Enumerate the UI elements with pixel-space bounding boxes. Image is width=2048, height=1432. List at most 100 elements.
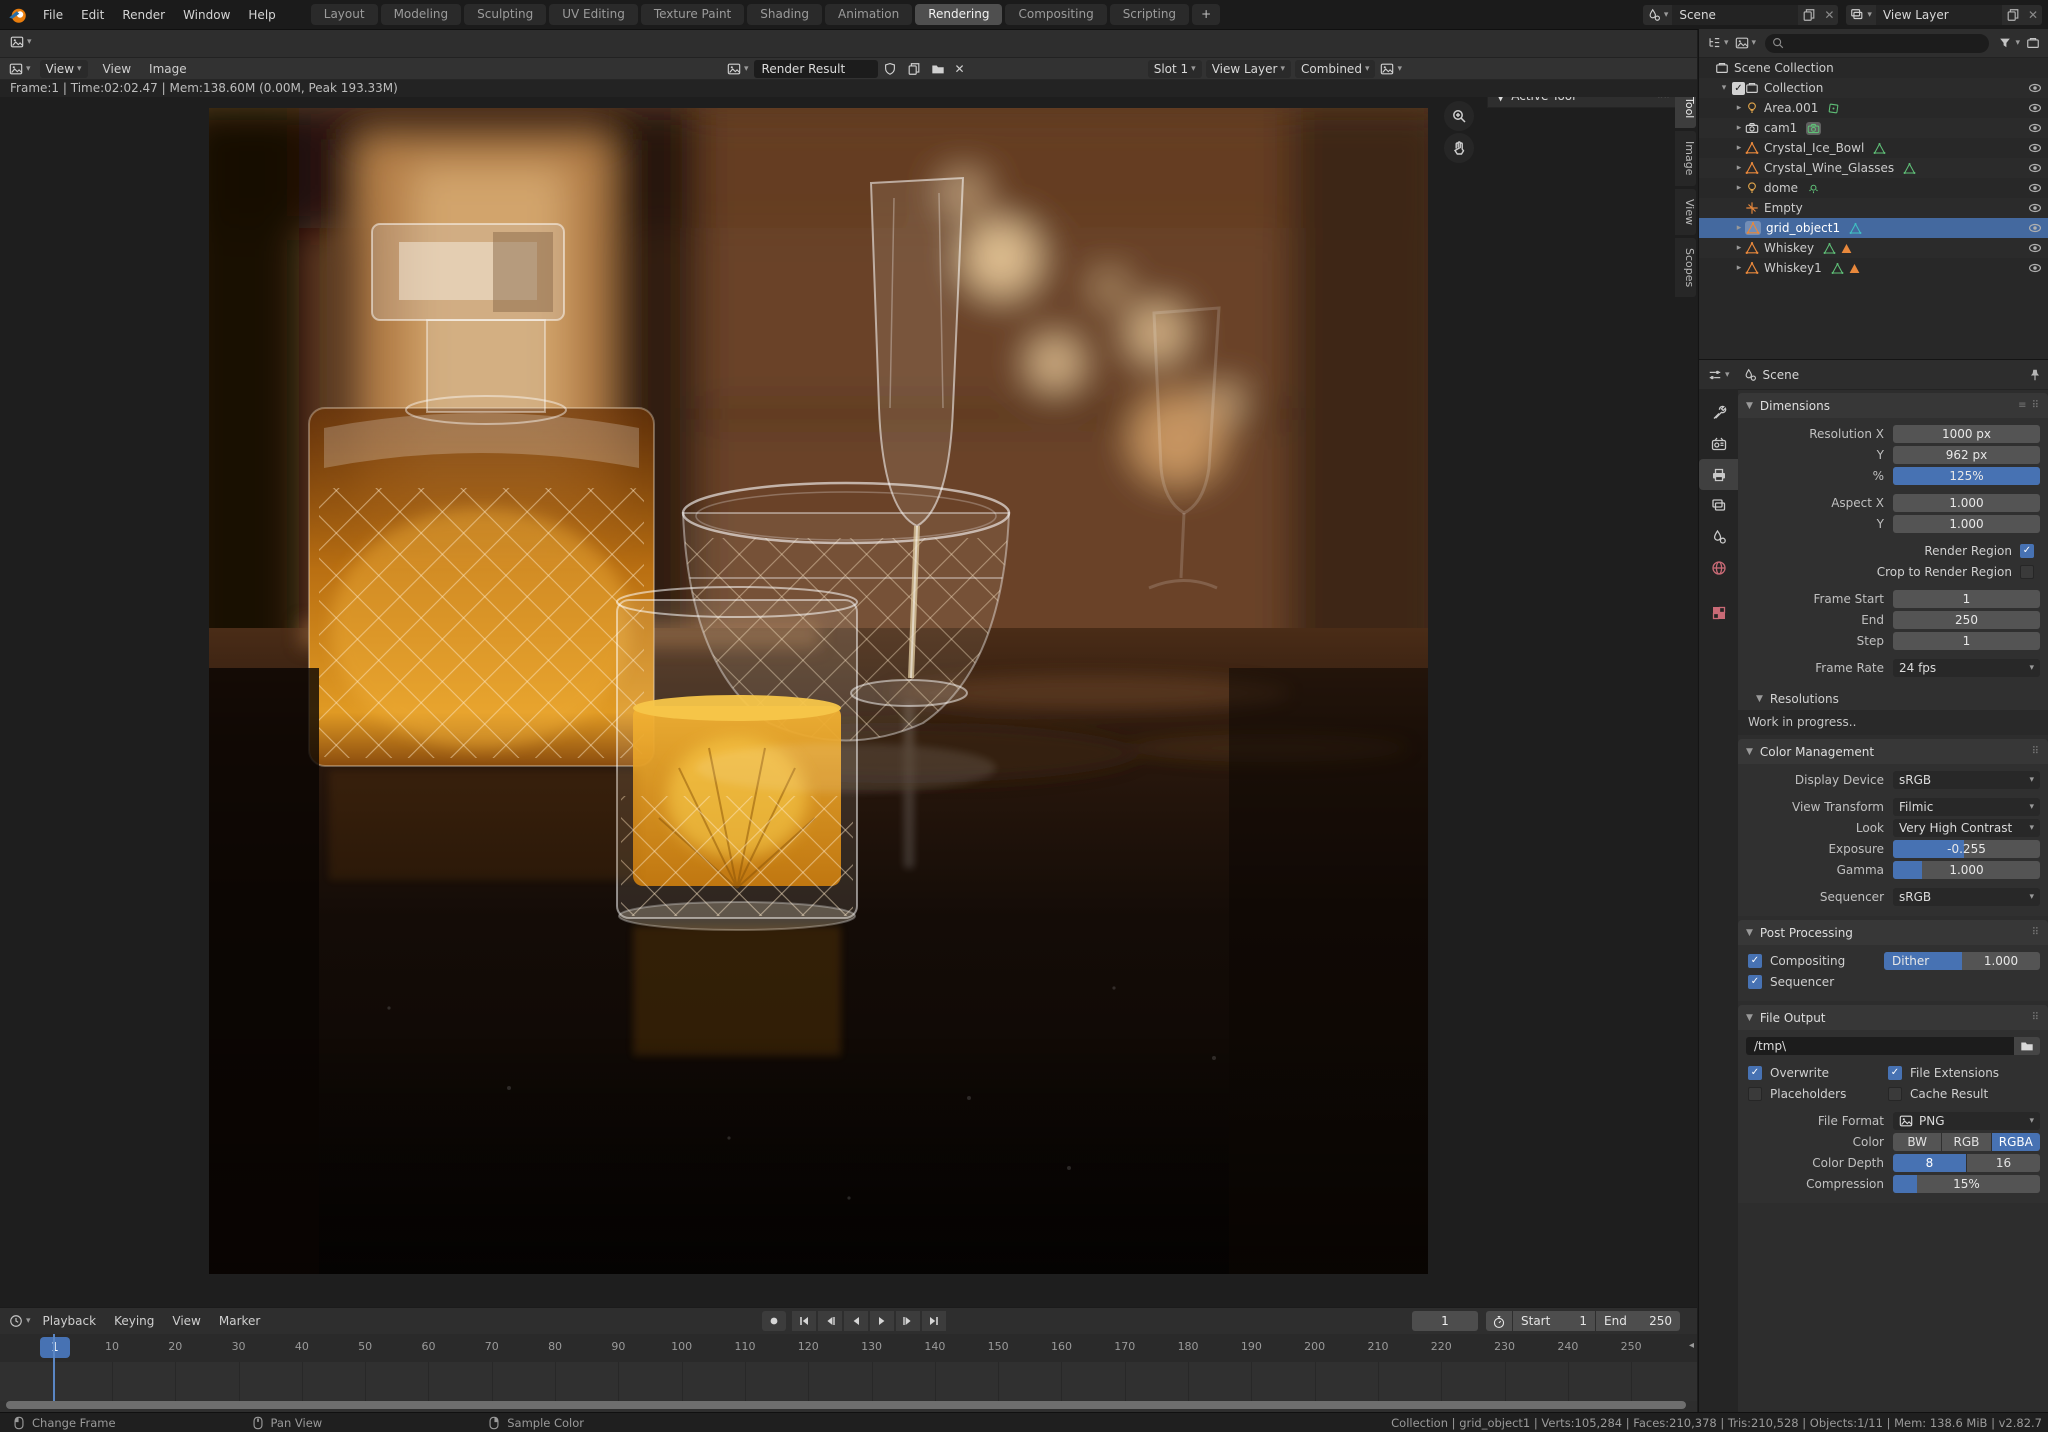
new-collection-button[interactable]	[2023, 36, 2043, 51]
expand-arrow-icon[interactable]: ▸	[1733, 223, 1745, 233]
outliner-item-label[interactable]: Area.001	[1764, 101, 1818, 115]
image-menu-view[interactable]: View	[94, 62, 140, 76]
end-frame-field[interactable]: End250	[1596, 1311, 1680, 1331]
aspect-y-field[interactable]: 1.000	[1893, 515, 2040, 533]
frame-step-field[interactable]: 1	[1893, 632, 2040, 650]
outliner-item-label[interactable]: Collection	[1764, 81, 1823, 95]
visibility-eye-icon[interactable]	[2028, 261, 2042, 276]
display-channels-icon[interactable]: ▾	[1375, 60, 1407, 78]
visibility-eye-icon[interactable]	[2028, 221, 2042, 236]
crop-to-render-region-checkbox[interactable]	[2020, 565, 2034, 579]
image-editor-mode-dropdown[interactable]: View▾	[40, 60, 88, 78]
menu-window[interactable]: Window	[174, 8, 239, 22]
workspace-tab-compositing[interactable]: Compositing	[1005, 4, 1106, 25]
visibility-eye-icon[interactable]	[2028, 161, 2042, 176]
browse-folder-icon[interactable]	[2014, 1037, 2040, 1055]
outliner-row-whiskey[interactable]: ▸Whiskey	[1699, 238, 2048, 258]
aspect-x-field[interactable]: 1.000	[1893, 494, 2040, 512]
color-depth-16-button[interactable]: 16	[1967, 1154, 2040, 1172]
color-mode-rgb-button[interactable]: RGB	[1942, 1133, 1990, 1151]
sidebar-tab-tool[interactable]: Tool	[1675, 97, 1696, 128]
gamma-slider[interactable]: 1.000	[1893, 861, 2040, 879]
menu-file[interactable]: File	[34, 8, 72, 22]
frame-end-field[interactable]: 250	[1893, 611, 2040, 629]
frame-rate-dropdown[interactable]: 24 fps▾	[1893, 659, 2040, 677]
outliner-row-collection[interactable]: ▾✓ Collection	[1699, 78, 2048, 98]
scene-name-field[interactable]: Scene	[1672, 5, 1798, 25]
panel-resolutions-header[interactable]: ▼ Resolutions	[1738, 687, 2048, 710]
drag-dots-icon[interactable]: ⠿	[2032, 927, 2040, 938]
scene-icon[interactable]: ▾	[1643, 5, 1673, 25]
current-frame-badge[interactable]: 1	[40, 1337, 70, 1358]
view-transform-dropdown[interactable]: Filmic▾	[1893, 798, 2040, 816]
timeline-menu-view[interactable]: View	[163, 1314, 209, 1328]
remove-view-layer-button[interactable]: ✕	[2024, 5, 2042, 25]
expand-arrow-icon[interactable]: ▸	[1733, 243, 1745, 253]
workspace-tab-modeling[interactable]: Modeling	[381, 4, 462, 25]
color-mode-bw-button[interactable]: BW	[1893, 1133, 1941, 1151]
view-layer-name-field[interactable]: View Layer	[1876, 5, 2002, 25]
outliner-display-mode-button[interactable]: ▾	[1704, 36, 1732, 51]
drag-dots-icon[interactable]: ⠿	[2032, 1012, 2040, 1023]
workspace-tab-texture-paint[interactable]: Texture Paint	[641, 4, 744, 25]
shield-icon[interactable]	[878, 60, 902, 78]
panel-file-output-header[interactable]: ▼ File Output ⠿	[1738, 1005, 2048, 1030]
frame-start-field[interactable]: 1	[1893, 590, 2040, 608]
play-button[interactable]	[870, 1311, 894, 1331]
resolution-percentage-slider[interactable]: 125%	[1893, 467, 2040, 485]
visibility-eye-icon[interactable]	[2028, 101, 2042, 116]
timeline-menu-playback[interactable]: Playback	[34, 1314, 106, 1328]
expand-arrow-icon[interactable]: ▾	[1718, 83, 1730, 93]
color-depth-8-button[interactable]: 8	[1893, 1154, 1966, 1172]
image-browse-icon[interactable]: ▾	[722, 60, 754, 78]
outliner-row-area-001[interactable]: ▸Area.001	[1699, 98, 2048, 118]
open-image-icon[interactable]	[926, 60, 950, 78]
expand-arrow-icon[interactable]: ▸	[1733, 263, 1745, 273]
editor-type-button[interactable]: ▾	[5, 33, 1697, 51]
properties-tab-texture[interactable]	[1699, 597, 1738, 628]
add-workspace-tab[interactable]: +	[1192, 4, 1220, 25]
compression-slider[interactable]: 15%	[1893, 1175, 2040, 1193]
dither-slider[interactable]: Dither 1.000	[1884, 952, 2040, 970]
record-button[interactable]	[762, 1311, 786, 1331]
workspace-tab-sculpting[interactable]: Sculpting	[464, 4, 546, 25]
placeholders-checkbox[interactable]	[1748, 1087, 1762, 1101]
properties-tab-world[interactable]	[1699, 552, 1738, 583]
menu-edit[interactable]: Edit	[72, 8, 113, 22]
outliner-row-whiskey1[interactable]: ▸Whiskey1	[1699, 258, 2048, 278]
active-tool-panel-header[interactable]: ▼ Active Tool ⠿⠿	[1487, 97, 1677, 108]
properties-tab-output[interactable]	[1699, 459, 1738, 490]
panel-color-management-header[interactable]: ▼ Color Management ⠿	[1738, 739, 2048, 764]
image-editor-type-button[interactable]: ▾	[4, 60, 36, 78]
workspace-tab-layout[interactable]: Layout	[311, 4, 378, 25]
workspace-tab-scripting[interactable]: Scripting	[1110, 4, 1189, 25]
outliner-row-dome[interactable]: ▸dome	[1699, 178, 2048, 198]
outliner-row-crystal-ice-bowl[interactable]: ▸Crystal_Ice_Bowl	[1699, 138, 2048, 158]
image-editor-viewport[interactable]: ▼ Active Tool ⠿⠿ ToolImageViewScopes	[0, 97, 1697, 1307]
pan-tool-button[interactable]	[1444, 133, 1474, 163]
expand-arrow-icon[interactable]: ▸	[1733, 183, 1745, 193]
outliner-filter-id-button[interactable]: ▾	[1732, 36, 1760, 51]
visibility-eye-icon[interactable]	[2028, 81, 2042, 96]
properties-tab-render[interactable]	[1699, 428, 1738, 459]
outliner-item-label[interactable]: grid_object1	[1766, 221, 1840, 235]
look-dropdown[interactable]: Very High Contrast▾	[1893, 819, 2040, 837]
timeline-scrollbar[interactable]	[6, 1401, 1686, 1409]
properties-tab-view-layer[interactable]	[1699, 490, 1738, 521]
timeline-menu-keying[interactable]: Keying	[105, 1314, 163, 1328]
unlink-image-icon[interactable]: ✕	[950, 60, 970, 78]
playhead[interactable]	[53, 1334, 55, 1401]
cache-result-checkbox[interactable]	[1888, 1087, 1902, 1101]
outliner-row-empty[interactable]: Empty	[1699, 198, 2048, 218]
collection-checkbox[interactable]: ✓	[1732, 82, 1745, 95]
use-preview-range-icon[interactable]	[1486, 1311, 1512, 1331]
image-name-field[interactable]: Render Result	[754, 60, 878, 78]
file-extensions-checkbox[interactable]: ✓	[1888, 1066, 1902, 1080]
menu-render[interactable]: Render	[113, 8, 174, 22]
sequencer-colorspace-dropdown[interactable]: sRGB▾	[1893, 888, 2040, 906]
exposure-slider[interactable]: -0.255	[1893, 840, 2040, 858]
color-mode-rgba-button[interactable]: RGBA	[1992, 1133, 2040, 1151]
file-format-dropdown[interactable]: PNG▾	[1893, 1112, 2040, 1130]
zoom-tool-button[interactable]	[1444, 101, 1474, 131]
properties-editor-type-button[interactable]: ▾	[1705, 367, 1733, 382]
